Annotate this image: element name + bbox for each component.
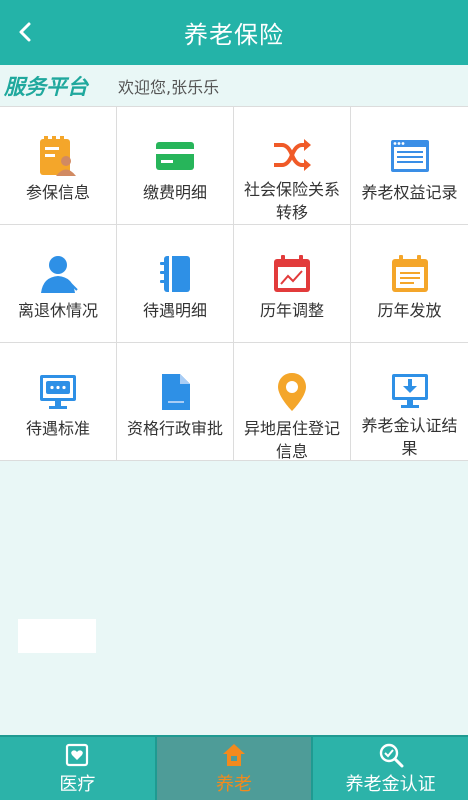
grid-item-label: 资格行政审批 bbox=[126, 419, 223, 438]
service-grid: 参保信息 缴费明细 社会保险关系转移 养老权益记录 离退休情况 待遇明细 历年调… bbox=[0, 106, 468, 461]
grid-item-label: 离退休情况 bbox=[17, 301, 98, 320]
nav-label: 养老 bbox=[216, 773, 252, 795]
browser-window-icon bbox=[390, 140, 429, 172]
insured-person-icon bbox=[40, 136, 76, 176]
chevron-left-icon bbox=[19, 22, 31, 42]
nav-pension[interactable]: 养老 bbox=[156, 737, 314, 800]
grid-item-pension-cert-result[interactable]: 养老金认证结果 bbox=[351, 343, 468, 461]
svg-text:服务平台: 服务平台 bbox=[4, 75, 90, 99]
grid-item-payment-detail[interactable]: 缴费明细 bbox=[117, 107, 234, 225]
calendar-list-icon bbox=[391, 255, 428, 292]
card-icon bbox=[156, 142, 194, 170]
brand-logo: 服务平台 bbox=[4, 71, 96, 101]
grid-item-benefit-detail[interactable]: 待遇明细 bbox=[117, 225, 234, 343]
grid-item-annual-adjustment[interactable]: 历年调整 bbox=[234, 225, 351, 343]
document-icon bbox=[162, 374, 190, 410]
magnifier-check-icon bbox=[379, 743, 404, 767]
blank-box bbox=[18, 619, 96, 653]
person-icon bbox=[41, 256, 78, 293]
heart-card-icon bbox=[66, 743, 89, 766]
location-pin-icon bbox=[278, 373, 306, 411]
grid-item-label: 待遇明细 bbox=[142, 301, 207, 320]
grid-item-label: 待遇标准 bbox=[25, 419, 90, 438]
nav-label: 医疗 bbox=[59, 773, 96, 795]
grid-item-label: 养老权益记录 bbox=[361, 183, 458, 202]
grid-item-label: 历年发放 bbox=[377, 301, 442, 320]
bottom-nav: 医疗 养老 养老金认证 bbox=[0, 735, 468, 800]
grid-item-remote-residence[interactable]: 异地居住登记信息 bbox=[234, 343, 351, 461]
grid-item-label: 养老金认证结果 bbox=[361, 416, 458, 458]
grid-item-pension-rights[interactable]: 养老权益记录 bbox=[351, 107, 468, 225]
grid-item-label: 异地居住登记信息 bbox=[243, 419, 340, 461]
shuffle-icon bbox=[274, 138, 311, 171]
house-icon bbox=[223, 743, 245, 766]
grid-item-insurance-transfer[interactable]: 社会保险关系转移 bbox=[234, 107, 351, 225]
app-header: 养老保险 bbox=[0, 0, 468, 65]
grid-item-label: 缴费明细 bbox=[142, 183, 207, 202]
grid-item-label: 参保信息 bbox=[25, 183, 90, 202]
nav-label: 养老金认证 bbox=[345, 773, 436, 795]
welcome-text: 欢迎您,张乐乐 bbox=[118, 77, 220, 97]
grid-item-label: 历年调整 bbox=[259, 301, 324, 320]
nav-medical[interactable]: 医疗 bbox=[0, 737, 157, 800]
welcome-bar: 服务平台 欢迎您,张乐乐 bbox=[0, 65, 468, 106]
grid-item-annual-issuance[interactable]: 历年发放 bbox=[351, 225, 468, 343]
calendar-chart-icon bbox=[274, 255, 310, 292]
back-button[interactable] bbox=[8, 14, 44, 50]
notebook-icon bbox=[160, 256, 190, 292]
grid-item-label: 社会保险关系转移 bbox=[243, 180, 340, 222]
monitor-chat-icon bbox=[40, 375, 76, 409]
grid-item-benefit-standard[interactable]: 待遇标准 bbox=[0, 343, 117, 461]
grid-item-insured-info[interactable]: 参保信息 bbox=[0, 107, 117, 225]
grid-item-qualification-approval[interactable]: 资格行政审批 bbox=[117, 343, 234, 461]
grid-item-retirement-status[interactable]: 离退休情况 bbox=[0, 225, 117, 343]
monitor-download-icon bbox=[391, 373, 428, 408]
nav-pension-cert[interactable]: 养老金认证 bbox=[313, 737, 468, 800]
page-title: 养老保险 bbox=[184, 21, 284, 49]
